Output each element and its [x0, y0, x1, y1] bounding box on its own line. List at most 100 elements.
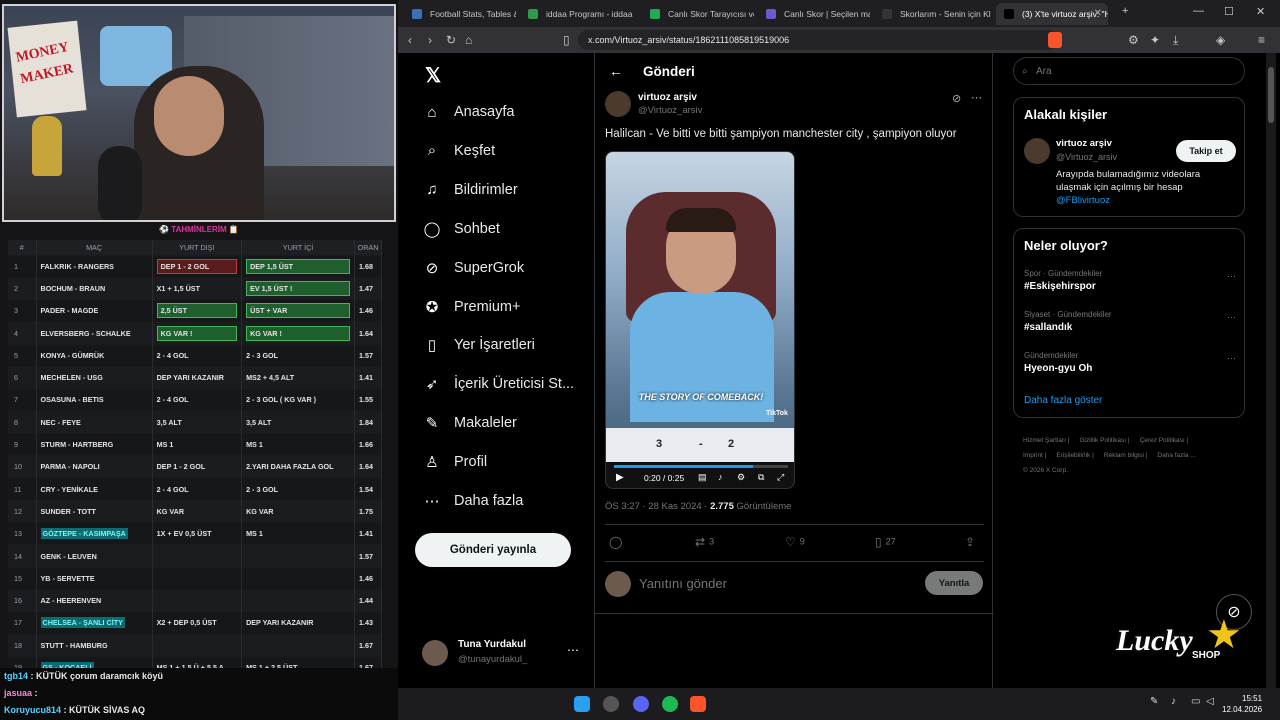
- favicon-icon: [650, 9, 660, 19]
- footer-link[interactable]: © 2026 X Corp.: [1023, 467, 1068, 474]
- trend-more-icon[interactable]: ⋯: [1227, 271, 1236, 282]
- x-logo-icon[interactable]: 𝕏: [425, 63, 441, 88]
- back-icon[interactable]: ‹: [408, 33, 412, 47]
- browser-tab[interactable]: iddaa Programı - iddaa: [520, 3, 638, 25]
- pip-icon[interactable]: ⧉: [758, 472, 764, 483]
- share-icon[interactable]: ⇪: [965, 535, 979, 549]
- post-video[interactable]: THE STORY OF COMEBACK! TikTok 3 - 2 ▶ 0:…: [605, 151, 795, 489]
- spotify-icon[interactable]: [662, 696, 678, 712]
- trend-item[interactable]: Siyaset · Gündemdekiler #sallandık ⋯: [1024, 310, 1236, 333]
- show-more-link[interactable]: Daha fazla göster: [1024, 395, 1102, 406]
- cell-match: GÖZTEPE - KASIMPAŞA: [36, 522, 153, 545]
- cell-yd: 2 - 4 GOL: [152, 388, 243, 412]
- nav-item[interactable]: ⊘ SuperGrok: [422, 253, 524, 283]
- nav-item[interactable]: ⋯ Daha fazla: [422, 486, 524, 516]
- post-button[interactable]: Gönderi yayınla: [415, 533, 571, 567]
- footer-link[interactable]: Gizlilik Politikası |: [1079, 437, 1129, 444]
- brave-shield-icon[interactable]: [1048, 32, 1062, 48]
- post-more-icon[interactable]: ⋯: [971, 91, 982, 104]
- author-avatar[interactable]: [605, 91, 631, 117]
- scrollbar[interactable]: [1266, 53, 1276, 688]
- retweet-button[interactable]: ⇄ 3: [695, 535, 714, 549]
- trend-item[interactable]: Gündemdekiler Hyeon-gyu Oh ⋯: [1024, 351, 1236, 374]
- grok-icon[interactable]: ⊘: [952, 92, 961, 105]
- trend-item[interactable]: Spor · Gündemdekiler #Eskişehirspor ⋯: [1024, 269, 1236, 292]
- volume-tray-icon[interactable]: ◁: [1206, 696, 1214, 707]
- cell-yd: [152, 544, 243, 568]
- wallet-icon[interactable]: ◈: [1216, 33, 1225, 47]
- footer-link[interactable]: Imprint |: [1023, 452, 1046, 459]
- footer-link[interactable]: Erişilebilirlik |: [1056, 452, 1093, 459]
- minimize-button[interactable]: —: [1193, 5, 1204, 17]
- nav-item[interactable]: ⌂ Anasayfa: [422, 97, 514, 127]
- nav-item[interactable]: ▯ Yer İşaretleri: [422, 330, 535, 360]
- browser-tab[interactable]: Skorlarım - Senin için Kl: [874, 3, 992, 25]
- relevant-name[interactable]: virtuoz arşiv: [1056, 138, 1112, 149]
- footer-link[interactable]: Çerez Politikası |: [1140, 437, 1189, 444]
- bookmark-page-icon[interactable]: ▯: [563, 33, 570, 47]
- mic-icon[interactable]: ♪: [1171, 696, 1176, 707]
- author-handle[interactable]: @Virtuoz_arsiv: [638, 105, 702, 116]
- follow-button[interactable]: Takip et: [1176, 140, 1236, 162]
- brave-icon[interactable]: [690, 696, 706, 712]
- trend-more-icon[interactable]: ⋯: [1227, 353, 1236, 364]
- bookmark-button[interactable]: ▯ 27: [875, 535, 896, 549]
- cell-yi: [241, 566, 356, 590]
- pen-icon[interactable]: ✎: [1150, 696, 1158, 707]
- obs-icon[interactable]: [603, 696, 619, 712]
- fullscreen-icon[interactable]: ⤢: [777, 472, 784, 483]
- menu-icon[interactable]: ≡: [1258, 33, 1265, 47]
- cell-yi: DEP 1,5 ÜST: [241, 254, 356, 278]
- home-browser-icon[interactable]: ⌂: [465, 33, 472, 47]
- url-text[interactable]: x.com/Virtuoz_arsiv/status/1862111085819…: [588, 31, 1048, 49]
- nav-item[interactable]: ♙ Profil: [422, 447, 487, 477]
- cell-oran: 1.75: [354, 499, 382, 523]
- puzzle-icon[interactable]: ✦: [1150, 33, 1160, 47]
- volume-icon[interactable]: ♪: [718, 472, 723, 482]
- footer-link[interactable]: Reklam bilgisi |: [1104, 452, 1148, 459]
- nav-item[interactable]: ✎ Makaleler: [422, 408, 517, 438]
- browser-tab[interactable]: Canlı Skor | Seçilen maç: [758, 3, 870, 25]
- reply-icon[interactable]: ◯: [609, 535, 626, 549]
- nav-item[interactable]: ➶ İçerik Üreticisi St...: [422, 369, 574, 399]
- table-row: 17 CHELSEA - ŞANLI CİTY X2 + DEP 0,5 ÜST DE…: [8, 611, 382, 635]
- browser-tab[interactable]: (3) X'te virtuoz arşiv: "Ha ✕: [996, 3, 1108, 25]
- clock[interactable]: 15:51 12.04.2026: [1222, 693, 1262, 715]
- reply-input[interactable]: Yanıtını gönder: [639, 576, 727, 591]
- back-arrow-icon[interactable]: ←: [609, 63, 623, 79]
- close-window-button[interactable]: ✕: [1256, 5, 1265, 18]
- start-icon[interactable]: [574, 696, 590, 712]
- table-header: YURT İÇİ: [241, 240, 356, 255]
- relevant-handle[interactable]: @Virtuoz_arsiv: [1056, 152, 1117, 162]
- favicon-icon: [882, 9, 892, 19]
- extensions-icon[interactable]: ⚙: [1128, 33, 1139, 47]
- close-tab-icon[interactable]: ✕: [1094, 3, 1102, 25]
- reply-button[interactable]: Yanıtla: [925, 571, 983, 595]
- reload-icon[interactable]: ↻: [446, 33, 456, 47]
- browser-tab[interactable]: Canlı Skor Tarayıcısı ve C: [642, 3, 754, 25]
- captions-icon[interactable]: ▤: [698, 472, 707, 483]
- like-button[interactable]: ♡ 9: [785, 535, 805, 549]
- search-input[interactable]: ⌕ Ara: [1013, 57, 1245, 85]
- account-switcher[interactable]: Tuna Yurdakul @tunayurdakul_ ⋯: [422, 637, 592, 671]
- footer-link[interactable]: Hizmet Şartları |: [1023, 437, 1069, 444]
- network-icon[interactable]: ▭: [1191, 696, 1200, 707]
- maximize-button[interactable]: ☐: [1224, 5, 1234, 18]
- nav-item[interactable]: ✪ Premium+: [422, 292, 521, 322]
- author-name[interactable]: virtuoz arşiv: [638, 92, 697, 103]
- trend-more-icon[interactable]: ⋯: [1227, 312, 1236, 323]
- play-icon[interactable]: ▶: [616, 472, 624, 483]
- nav-item[interactable]: ◯ Sohbet: [422, 214, 500, 244]
- footer-link[interactable]: Daha fazla ...: [1157, 452, 1195, 459]
- browser-tab[interactable]: Football Stats, Tables &: [404, 3, 516, 25]
- discord-icon[interactable]: [633, 696, 649, 712]
- bio-link[interactable]: @FBlivirtuoz: [1056, 195, 1110, 206]
- forward-icon[interactable]: ›: [428, 33, 432, 47]
- settings-icon[interactable]: ⚙: [737, 472, 745, 483]
- new-tab-button[interactable]: +: [1122, 5, 1128, 17]
- nav-item[interactable]: ⌕ Keşfet: [422, 136, 495, 166]
- nav-item[interactable]: ♫ Bildirimler: [422, 175, 517, 205]
- download-icon[interactable]: ⤓: [1173, 33, 1178, 48]
- video-progress[interactable]: [614, 465, 788, 468]
- relevant-avatar[interactable]: [1024, 138, 1050, 164]
